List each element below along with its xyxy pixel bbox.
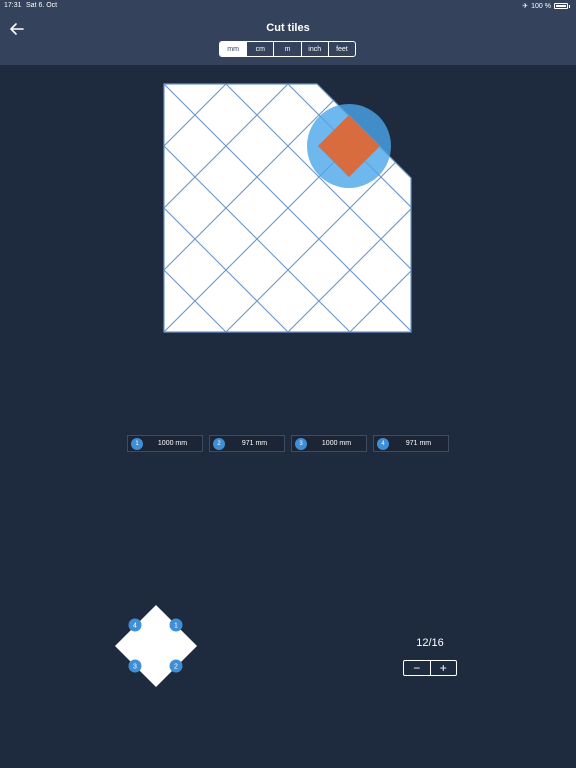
tile[interactable] (71, 208, 133, 270)
tile[interactable] (102, 363, 164, 425)
tile[interactable] (0, 177, 40, 239)
measurement-value: 971 mm (405, 440, 432, 447)
tile[interactable] (194, 331, 258, 394)
tile[interactable] (0, 53, 40, 115)
selection-highlight[interactable] (307, 104, 391, 188)
tile[interactable] (164, 0, 226, 53)
measurement-value: 971 mm (241, 440, 268, 447)
tile[interactable] (102, 238, 165, 302)
tile[interactable] (9, 394, 71, 456)
tile[interactable] (0, 363, 40, 425)
tile[interactable] (40, 53, 102, 115)
tile[interactable] (164, 363, 226, 425)
tile[interactable] (102, 114, 165, 178)
tile[interactable] (0, 84, 9, 146)
measurement-badge: 4 (377, 437, 389, 450)
tile[interactable] (0, 332, 9, 394)
tile[interactable] (0, 146, 9, 208)
tile[interactable] (0, 270, 9, 332)
tile[interactable] (256, 331, 320, 394)
tile[interactable] (102, 0, 164, 53)
tile[interactable] (412, 301, 474, 363)
tile[interactable] (288, 363, 350, 425)
tile[interactable] (0, 394, 9, 456)
tile[interactable] (0, 0, 40, 53)
tile-counter: 12/16 (416, 637, 444, 649)
tile[interactable] (102, 53, 165, 116)
tile[interactable] (380, 22, 443, 85)
measurement-value: 1000 mm (157, 440, 188, 447)
measurement-row: 1 1000 mm 2 971 mm 3 1000 mm 4 971 mm (127, 435, 455, 452)
tile-stepper: − + (403, 660, 457, 676)
measurement-value: 1000 mm (321, 440, 352, 447)
tile[interactable] (133, 331, 196, 394)
tile[interactable] (9, 332, 71, 394)
tile[interactable] (9, 22, 71, 84)
tile[interactable] (40, 115, 102, 177)
measurement-badge: 3 (295, 437, 307, 450)
tile[interactable] (318, 22, 382, 85)
measurement-field-3[interactable]: 3 1000 mm (291, 435, 367, 452)
tile[interactable] (412, 53, 474, 115)
tile[interactable] (133, 22, 196, 85)
tile[interactable] (0, 301, 40, 363)
increment-button[interactable]: + (429, 661, 457, 675)
tile[interactable] (194, 22, 258, 85)
measurement-badge: 2 (213, 437, 225, 450)
tile[interactable] (226, 0, 288, 53)
tile[interactable] (350, 0, 412, 53)
tile-grid (0, 0, 474, 487)
tile[interactable] (71, 270, 133, 332)
tile-floor-plan[interactable] (0, 0, 576, 768)
tile[interactable] (0, 22, 9, 84)
measurement-badge: 1 (131, 437, 143, 450)
tile[interactable] (380, 84, 443, 147)
tile[interactable] (9, 208, 71, 270)
tile[interactable] (412, 0, 474, 53)
tile[interactable] (9, 270, 71, 332)
tile[interactable] (40, 239, 102, 301)
measurement-field-4[interactable]: 4 971 mm (373, 435, 449, 452)
tile[interactable] (71, 146, 133, 208)
tile[interactable] (412, 239, 474, 301)
tile[interactable] (0, 115, 40, 177)
tile[interactable] (226, 363, 288, 425)
tile[interactable] (71, 332, 133, 394)
tile[interactable] (40, 301, 102, 363)
tile[interactable] (0, 208, 9, 270)
tile[interactable] (40, 425, 102, 487)
tile[interactable] (412, 177, 474, 239)
tile[interactable] (9, 84, 71, 146)
tile[interactable] (40, 177, 102, 239)
tile[interactable] (40, 0, 102, 53)
tile[interactable] (71, 84, 133, 146)
tile[interactable] (102, 176, 165, 240)
tile[interactable] (412, 115, 474, 177)
tile[interactable] (71, 22, 133, 84)
tile[interactable] (380, 331, 443, 394)
tile[interactable] (71, 394, 133, 456)
measurement-field-2[interactable]: 2 971 mm (209, 435, 285, 452)
tile[interactable] (9, 146, 71, 208)
tile[interactable] (412, 363, 474, 425)
measurement-field-1[interactable]: 1 1000 mm (127, 435, 203, 452)
tile[interactable] (256, 22, 320, 85)
decrement-button[interactable]: − (404, 661, 430, 675)
tile[interactable] (0, 425, 40, 487)
tile[interactable] (102, 300, 165, 363)
tile[interactable] (318, 331, 382, 394)
tile[interactable] (350, 363, 412, 425)
tile[interactable] (288, 0, 350, 53)
tile[interactable] (40, 363, 102, 425)
tile[interactable] (0, 239, 40, 301)
